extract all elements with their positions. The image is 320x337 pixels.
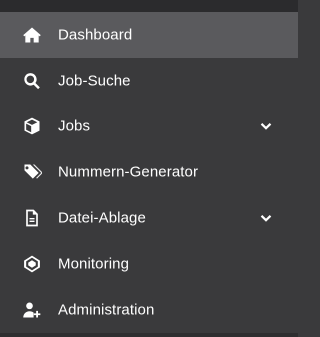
sidebar-item-dashboard[interactable]: Dashboard — [0, 12, 298, 58]
home-icon — [21, 24, 43, 46]
sidebar-item-label: Administration — [58, 301, 155, 319]
sidebar-item-administration[interactable]: Administration — [0, 287, 298, 333]
monitoring-icon — [21, 253, 43, 275]
sidebar-item-label: Job-Suche — [58, 72, 131, 90]
sidebar-item-monitoring[interactable]: Monitoring — [0, 241, 298, 287]
sidebar-item-label: Nummern-Generator — [58, 163, 199, 181]
search-icon — [21, 70, 43, 92]
sidebar-item-jobs[interactable]: Jobs — [0, 104, 298, 150]
sidebar-item-label: Dashboard — [58, 26, 133, 44]
top-bar — [0, 0, 298, 12]
sidebar-menu: Dashboard Job-Suche Jobs Nummern-Generat… — [0, 12, 298, 333]
file-icon — [21, 207, 43, 229]
divider — [0, 333, 298, 337]
sidebar-item-datei-ablage[interactable]: Datei-Ablage — [0, 195, 298, 241]
cube-icon — [21, 115, 43, 137]
user-plus-icon — [21, 299, 43, 321]
sidebar-item-nummern-generator[interactable]: Nummern-Generator — [0, 149, 298, 195]
sidebar-item-label: Datei-Ablage — [58, 209, 146, 227]
tags-icon — [21, 161, 43, 183]
sidebar-item-label: Monitoring — [58, 255, 130, 273]
sidebar-item-label: Jobs — [58, 117, 91, 135]
chevron-down-icon[interactable] — [260, 120, 272, 132]
chevron-down-icon[interactable] — [260, 212, 272, 224]
sidebar-item-job-suche[interactable]: Job-Suche — [0, 58, 298, 104]
